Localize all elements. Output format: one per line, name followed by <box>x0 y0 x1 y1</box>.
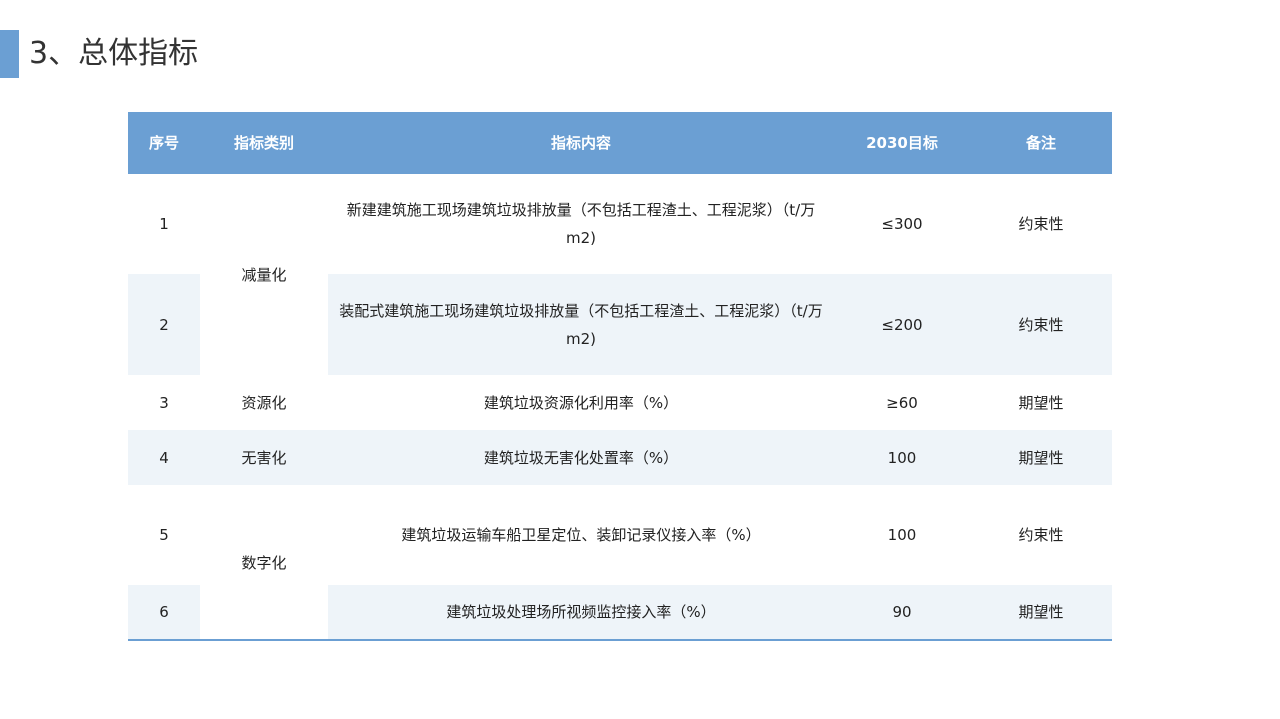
row-note: 期望性 <box>1018 603 1064 621</box>
table-row: 4 无害化 建筑垃圾无害化处置率（%） 100 期望性 <box>128 430 1112 485</box>
row-content: 新建建筑施工现场建筑垃圾排放量（不包括工程渣土、工程泥浆）（t/万 m2) <box>346 201 816 247</box>
header-content: 指标内容 <box>550 134 611 152</box>
row-content: 建筑垃圾处理场所视频监控接入率（%） <box>446 603 716 621</box>
row-content: 建筑垃圾无害化处置率（%） <box>483 448 679 467</box>
row-index: 2 <box>159 315 169 334</box>
row-index: 6 <box>159 603 169 621</box>
row-index: 5 <box>159 526 169 544</box>
row-category: 资源化 <box>241 393 287 412</box>
row-category: 无害化 <box>241 448 287 467</box>
row-target: ≤300 <box>881 215 923 233</box>
row-index: 1 <box>159 215 169 233</box>
table-row: 3 资源化 建筑垃圾资源化利用率（%） ≥60 期望性 <box>128 375 1112 430</box>
header-index: 序号 <box>148 134 179 152</box>
row-target: 90 <box>892 603 912 621</box>
row-index: 4 <box>159 448 169 467</box>
table-header: 序号 指标类别 指标内容 2030目标 备注 <box>128 112 1112 174</box>
title-accent-bar <box>0 30 19 78</box>
row-index: 3 <box>159 393 169 412</box>
table-bottom-border <box>128 639 1112 641</box>
category-merged-cell: 减量化 <box>200 174 328 375</box>
category-merged-cell: 数字化 <box>200 485 328 639</box>
row-note: 约束性 <box>1018 526 1064 544</box>
row-note: 约束性 <box>1018 215 1064 233</box>
row-target: 100 <box>887 448 917 467</box>
row-target: 100 <box>887 526 917 544</box>
row-note: 期望性 <box>1018 448 1064 467</box>
row-target: ≤200 <box>881 315 923 334</box>
header-note: 备注 <box>1025 134 1056 152</box>
row-note: 期望性 <box>1018 393 1064 412</box>
row-target: ≥60 <box>886 393 918 412</box>
row-content: 建筑垃圾运输车船卫星定位、装卸记录仪接入率（%） <box>401 526 761 544</box>
header-target: 2030目标 <box>866 134 938 152</box>
row-content: 装配式建筑施工现场建筑垃圾排放量（不包括工程渣土、工程泥浆）（t/万 m2) <box>339 301 823 348</box>
row-note: 约束性 <box>1018 315 1064 334</box>
page-title: 3、总体指标 <box>29 36 199 71</box>
row-content: 建筑垃圾资源化利用率（%） <box>483 393 679 412</box>
header-category: 指标类别 <box>233 134 294 152</box>
